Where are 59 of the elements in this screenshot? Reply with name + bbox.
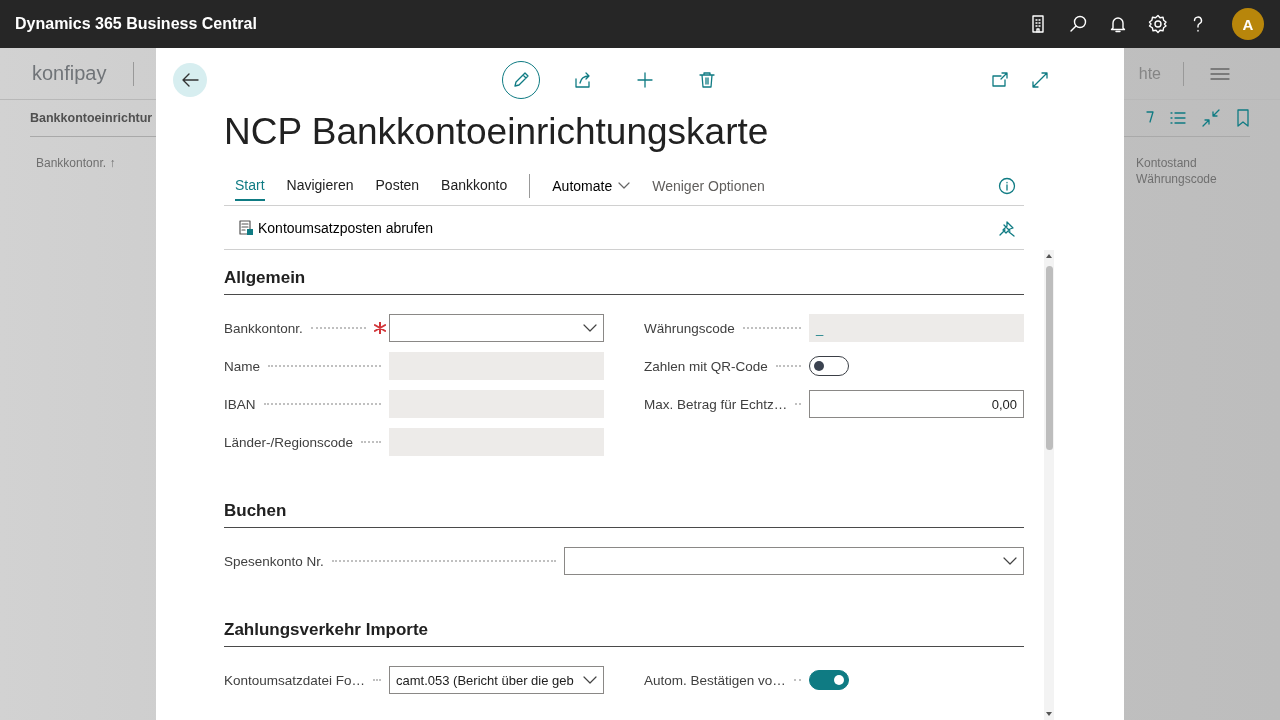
app-title[interactable]: Dynamics 365 Business Central	[15, 15, 1028, 33]
share-icon	[573, 71, 592, 89]
action-tab[interactable]: Start	[235, 170, 265, 201]
field-label: Kontoumsatzdatei Fo…	[224, 672, 366, 688]
readonly-field: _	[809, 314, 1024, 342]
toggle-switch[interactable]	[809, 356, 849, 376]
chevron-down-icon	[583, 676, 597, 684]
popout-icon	[991, 71, 1009, 89]
page-title: NCP Bankkontoeinrichtungskarte	[224, 112, 770, 152]
dropdown-field[interactable]	[564, 547, 1024, 575]
search-icon[interactable]	[1068, 14, 1088, 34]
pencil-icon	[511, 71, 530, 89]
action-tab[interactable]: Bankkonto	[441, 170, 508, 201]
edit-button[interactable]	[501, 61, 540, 99]
chevron-down-icon	[618, 181, 631, 190]
bookmark-icon[interactable]	[1236, 109, 1250, 127]
collapse-icon[interactable]	[1202, 109, 1220, 127]
dropdown-field[interactable]: camt.053 (Bericht über die geb	[389, 666, 604, 694]
action-button[interactable]: Kontoumsatzposten abrufen	[224, 219, 434, 236]
page-title: Bankkontoeinrichtur	[30, 111, 153, 125]
field-label: Länder-/Regionscode	[224, 434, 354, 450]
trash-icon	[697, 71, 716, 89]
column-header[interactable]: Bankkontonr. ↑	[36, 155, 116, 187]
fewer-options-link[interactable]: Weniger Optionen	[652, 177, 765, 194]
plus-icon	[635, 71, 654, 89]
chevron-down-icon	[583, 324, 597, 332]
dotted-leader	[793, 679, 801, 681]
section-heading[interactable]: Allgemein	[224, 268, 1024, 295]
dotted-leader	[742, 327, 801, 329]
info-icon[interactable]	[998, 176, 1016, 195]
dotted-leader	[373, 679, 381, 681]
menu-dropdown[interactable]: Automate	[552, 177, 631, 194]
expand-icon	[1031, 71, 1049, 89]
dropdown-field[interactable]	[389, 314, 604, 342]
action-tab[interactable]: Navigieren	[286, 170, 354, 201]
field-label: Autom. Bestätigen vo…	[644, 672, 786, 688]
chevron-down-icon	[1003, 557, 1017, 565]
bell-icon[interactable]	[1108, 14, 1128, 34]
field-label: Bankkontonr.	[224, 320, 303, 336]
field-label: IBAN	[224, 396, 256, 412]
settings-icon[interactable]	[1148, 14, 1168, 34]
dotted-leader	[361, 441, 381, 443]
field-label: Name	[224, 358, 260, 374]
field-label: Max. Betrag für Echtz…	[644, 396, 788, 412]
back-button[interactable]	[173, 63, 207, 97]
field-label: Spesenkonto Nr.	[224, 553, 324, 569]
dotted-leader	[795, 403, 801, 405]
scrollbar[interactable]	[1044, 250, 1054, 720]
section-heading[interactable]: Buchen	[224, 501, 1024, 528]
dotted-leader	[310, 327, 366, 329]
report-icon	[238, 219, 254, 236]
action-tab[interactable]: Posten	[375, 170, 420, 201]
toggle-switch[interactable]	[809, 670, 849, 690]
number-field[interactable]: 0,00	[809, 390, 1024, 418]
back-arrow-icon	[181, 72, 199, 88]
field-label: Währungscode	[644, 320, 735, 336]
section-heading[interactable]: Zahlungsverkehr Importe	[224, 620, 1024, 647]
dotted-leader	[775, 365, 801, 367]
field-label: Zahlen mit QR-Code	[644, 358, 768, 374]
